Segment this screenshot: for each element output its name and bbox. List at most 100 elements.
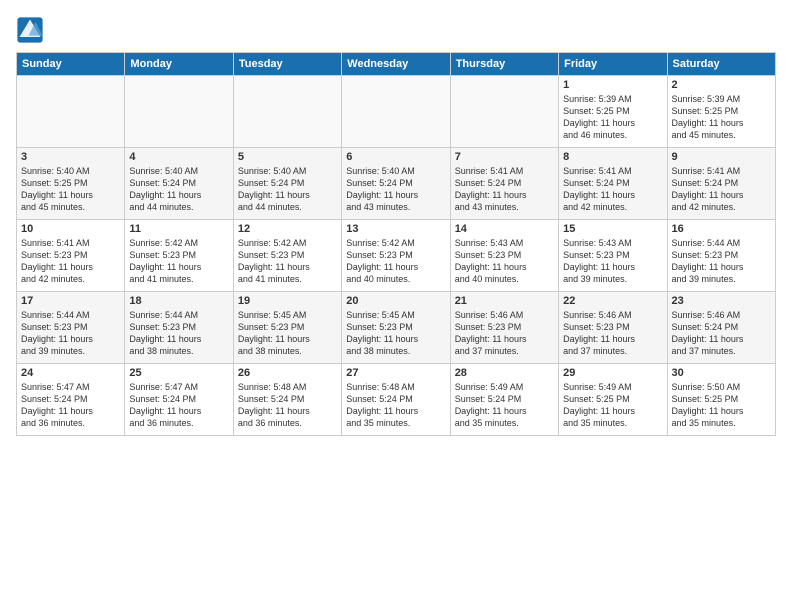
calendar-week-row: 3 Sunrise: 5:40 AM Sunset: 5:25 PM Daylig… [17,148,776,220]
weekday-header-wednesday: Wednesday [342,53,450,76]
day-number: 25 [129,367,228,379]
day-number: 1 [563,79,662,91]
day-info: Sunrise: 5:41 AM Sunset: 5:24 PM Dayligh… [455,165,554,214]
day-number: 21 [455,295,554,307]
weekday-header-row: SundayMondayTuesdayWednesdayThursdayFrid… [17,53,776,76]
weekday-header-thursday: Thursday [450,53,558,76]
day-info: Sunrise: 5:42 AM Sunset: 5:23 PM Dayligh… [238,237,337,286]
day-info: Sunrise: 5:45 AM Sunset: 5:23 PM Dayligh… [238,309,337,358]
calendar-cell: 8 Sunrise: 5:41 AM Sunset: 5:24 PM Daylig… [559,148,667,220]
calendar-table: SundayMondayTuesdayWednesdayThursdayFrid… [16,52,776,436]
calendar-cell: 4 Sunrise: 5:40 AM Sunset: 5:24 PM Daylig… [125,148,233,220]
calendar-cell: 17 Sunrise: 5:44 AM Sunset: 5:23 PM Dayli… [17,292,125,364]
calendar-cell: 12 Sunrise: 5:42 AM Sunset: 5:23 PM Dayli… [233,220,341,292]
day-number: 19 [238,295,337,307]
day-number: 4 [129,151,228,163]
calendar-cell: 1 Sunrise: 5:39 AM Sunset: 5:25 PM Daylig… [559,76,667,148]
day-number: 17 [21,295,120,307]
calendar-week-row: 24 Sunrise: 5:47 AM Sunset: 5:24 PM Dayli… [17,364,776,436]
page-container: SundayMondayTuesdayWednesdayThursdayFrid… [0,0,792,444]
day-info: Sunrise: 5:41 AM Sunset: 5:23 PM Dayligh… [21,237,120,286]
weekday-header-tuesday: Tuesday [233,53,341,76]
calendar-cell: 28 Sunrise: 5:49 AM Sunset: 5:24 PM Dayli… [450,364,558,436]
day-number: 13 [346,223,445,235]
day-number: 2 [672,79,771,91]
day-number: 16 [672,223,771,235]
calendar-cell [233,76,341,148]
day-number: 22 [563,295,662,307]
day-info: Sunrise: 5:47 AM Sunset: 5:24 PM Dayligh… [21,381,120,430]
day-info: Sunrise: 5:46 AM Sunset: 5:23 PM Dayligh… [563,309,662,358]
calendar-cell: 9 Sunrise: 5:41 AM Sunset: 5:24 PM Daylig… [667,148,775,220]
calendar-cell: 30 Sunrise: 5:50 AM Sunset: 5:25 PM Dayli… [667,364,775,436]
day-info: Sunrise: 5:43 AM Sunset: 5:23 PM Dayligh… [563,237,662,286]
day-number: 30 [672,367,771,379]
day-number: 5 [238,151,337,163]
day-number: 20 [346,295,445,307]
calendar-cell: 21 Sunrise: 5:46 AM Sunset: 5:23 PM Dayli… [450,292,558,364]
calendar-cell: 14 Sunrise: 5:43 AM Sunset: 5:23 PM Dayli… [450,220,558,292]
weekday-header-friday: Friday [559,53,667,76]
calendar-week-row: 1 Sunrise: 5:39 AM Sunset: 5:25 PM Daylig… [17,76,776,148]
day-number: 11 [129,223,228,235]
calendar-cell: 26Sunrise: 5:48 AM Sunset: 5:24 PM Dayli… [233,364,341,436]
day-number: 6 [346,151,445,163]
calendar-cell: 22 Sunrise: 5:46 AM Sunset: 5:23 PM Dayli… [559,292,667,364]
day-number: 28 [455,367,554,379]
calendar-cell: 16 Sunrise: 5:44 AM Sunset: 5:23 PM Dayli… [667,220,775,292]
day-info: Sunrise: 5:42 AM Sunset: 5:23 PM Dayligh… [346,237,445,286]
calendar-cell: 15Sunrise: 5:43 AM Sunset: 5:23 PM Dayli… [559,220,667,292]
day-info: Sunrise: 5:40 AM Sunset: 5:24 PM Dayligh… [129,165,228,214]
day-number: 18 [129,295,228,307]
calendar-cell [125,76,233,148]
day-number: 12 [238,223,337,235]
day-info: Sunrise: 5:40 AM Sunset: 5:24 PM Dayligh… [346,165,445,214]
weekday-header-sunday: Sunday [17,53,125,76]
day-number: 26 [238,367,337,379]
calendar-cell: 6 Sunrise: 5:40 AM Sunset: 5:24 PM Daylig… [342,148,450,220]
calendar-cell: 2Sunrise: 5:39 AM Sunset: 5:25 PM Daylig… [667,76,775,148]
calendar-cell: 5 Sunrise: 5:40 AM Sunset: 5:24 PM Daylig… [233,148,341,220]
weekday-header-saturday: Saturday [667,53,775,76]
calendar-cell: 3 Sunrise: 5:40 AM Sunset: 5:25 PM Daylig… [17,148,125,220]
day-info: Sunrise: 5:50 AM Sunset: 5:25 PM Dayligh… [672,381,771,430]
day-number: 3 [21,151,120,163]
day-number: 29 [563,367,662,379]
day-info: Sunrise: 5:43 AM Sunset: 5:23 PM Dayligh… [455,237,554,286]
day-info: Sunrise: 5:41 AM Sunset: 5:24 PM Dayligh… [563,165,662,214]
calendar-cell: 20Sunrise: 5:45 AM Sunset: 5:23 PM Dayli… [342,292,450,364]
day-info: Sunrise: 5:44 AM Sunset: 5:23 PM Dayligh… [129,309,228,358]
day-number: 9 [672,151,771,163]
day-info: Sunrise: 5:46 AM Sunset: 5:23 PM Dayligh… [455,309,554,358]
day-info: Sunrise: 5:49 AM Sunset: 5:24 PM Dayligh… [455,381,554,430]
calendar-cell: 7Sunrise: 5:41 AM Sunset: 5:24 PM Daylig… [450,148,558,220]
header [16,16,776,44]
day-number: 27 [346,367,445,379]
day-info: Sunrise: 5:41 AM Sunset: 5:24 PM Dayligh… [672,165,771,214]
calendar-cell [450,76,558,148]
day-info: Sunrise: 5:46 AM Sunset: 5:24 PM Dayligh… [672,309,771,358]
calendar-cell [17,76,125,148]
day-info: Sunrise: 5:42 AM Sunset: 5:23 PM Dayligh… [129,237,228,286]
day-number: 14 [455,223,554,235]
day-number: 23 [672,295,771,307]
calendar-cell: 23 Sunrise: 5:46 AM Sunset: 5:24 PM Dayli… [667,292,775,364]
calendar-cell: 11 Sunrise: 5:42 AM Sunset: 5:23 PM Dayli… [125,220,233,292]
calendar-week-row: 10Sunrise: 5:41 AM Sunset: 5:23 PM Dayli… [17,220,776,292]
calendar-cell: 18 Sunrise: 5:44 AM Sunset: 5:23 PM Dayli… [125,292,233,364]
day-info: Sunrise: 5:40 AM Sunset: 5:25 PM Dayligh… [21,165,120,214]
logo [16,16,46,44]
calendar-week-row: 17 Sunrise: 5:44 AM Sunset: 5:23 PM Dayli… [17,292,776,364]
calendar-cell: 24 Sunrise: 5:47 AM Sunset: 5:24 PM Dayli… [17,364,125,436]
calendar-cell: 13 Sunrise: 5:42 AM Sunset: 5:23 PM Dayli… [342,220,450,292]
day-number: 24 [21,367,120,379]
day-info: Sunrise: 5:44 AM Sunset: 5:23 PM Dayligh… [672,237,771,286]
calendar-cell: 10Sunrise: 5:41 AM Sunset: 5:23 PM Dayli… [17,220,125,292]
day-info: Sunrise: 5:39 AM Sunset: 5:25 PM Dayligh… [563,93,662,142]
weekday-header-monday: Monday [125,53,233,76]
calendar-cell [342,76,450,148]
day-info: Sunrise: 5:40 AM Sunset: 5:24 PM Dayligh… [238,165,337,214]
day-number: 8 [563,151,662,163]
day-info: Sunrise: 5:44 AM Sunset: 5:23 PM Dayligh… [21,309,120,358]
day-info: Sunrise: 5:47 AM Sunset: 5:24 PM Dayligh… [129,381,228,430]
